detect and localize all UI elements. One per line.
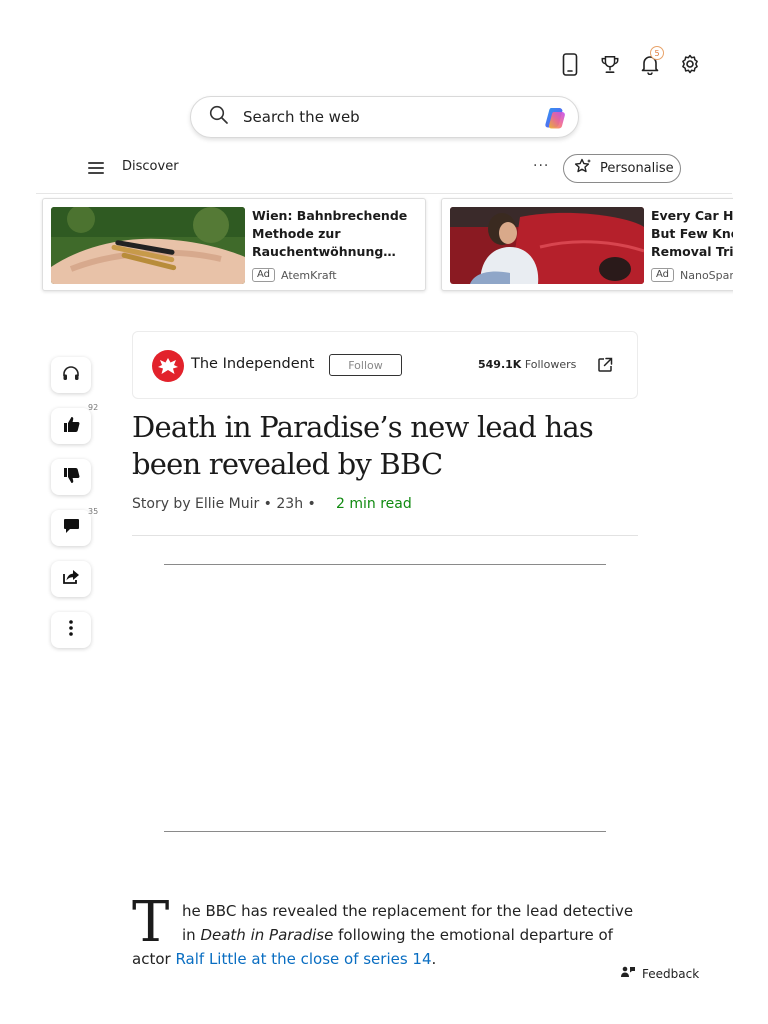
- byline-divider: [132, 535, 638, 536]
- ad-title[interactable]: Every Car Has But Few Know Removal Trick: [651, 207, 733, 261]
- ad-meta: Ad AtemKraft: [252, 268, 337, 282]
- ads-row: Wien: Bahnbrechende Methode zur Rauchent…: [0, 0, 733, 300]
- share-button[interactable]: [51, 561, 91, 597]
- followers-number: 549.1K: [478, 358, 522, 371]
- vertical-dots-icon: [69, 620, 73, 640]
- article-text-line: he BBC has revealed the replacement for …: [182, 902, 634, 920]
- text-fragment: in: [182, 926, 201, 944]
- ad-tag: Ad: [252, 268, 276, 282]
- comments-button[interactable]: [51, 510, 91, 546]
- ad-meta: Ad NanoSpark: [651, 268, 733, 282]
- read-time: 2 min read: [336, 496, 412, 512]
- ad-image-vape-pens: [51, 207, 245, 284]
- text-fragment: following the emotional departure of: [333, 926, 613, 944]
- article-text-line: actor Ralf Little at the close of series…: [132, 947, 436, 971]
- ad-card[interactable]: Every Car Has But Few Know Removal Trick…: [441, 198, 733, 291]
- feedback-button[interactable]: Feedback: [621, 966, 699, 981]
- show-title-italic: Death in Paradise: [200, 926, 334, 944]
- article-headline: Death in Paradise’s new lead has been re…: [132, 410, 594, 481]
- dislike-button[interactable]: [51, 459, 91, 495]
- publisher-name[interactable]: The Independent: [191, 356, 314, 372]
- thumbs-down-icon: [63, 467, 80, 488]
- ad-tag: Ad: [651, 268, 675, 282]
- article-link-ralf-little[interactable]: Ralf Little at the close of series 14: [175, 950, 431, 968]
- follow-button[interactable]: Follow: [329, 354, 402, 376]
- article-byline: Story by Ellie Muir • 23h •: [132, 496, 316, 512]
- like-count: 92: [88, 403, 99, 412]
- comment-count: 35: [88, 507, 99, 516]
- thumbs-up-icon: [63, 416, 80, 437]
- media-bottom-rule: [164, 831, 606, 832]
- followers-label: Followers: [524, 358, 577, 371]
- headphones-icon: [62, 365, 80, 385]
- drop-cap: T: [132, 890, 170, 955]
- followers-count: 549.1K Followers: [478, 358, 576, 371]
- comment-bubble-icon: [63, 518, 80, 538]
- ad-image-woman-by-car: [450, 207, 644, 284]
- the-independent-logo[interactable]: [152, 350, 184, 382]
- feedback-person-icon: [621, 966, 635, 981]
- article-text-line: in Death in Paradise following the emoti…: [182, 923, 613, 947]
- media-top-rule: [164, 564, 606, 565]
- listen-button[interactable]: [51, 357, 91, 393]
- ad-card[interactable]: Wien: Bahnbrechende Methode zur Rauchent…: [42, 198, 426, 291]
- feedback-label: Feedback: [642, 966, 700, 981]
- like-button[interactable]: [51, 408, 91, 444]
- ad-source: AtemKraft: [281, 268, 337, 282]
- ad-title[interactable]: Wien: Bahnbrechende Methode zur Rauchent…: [252, 207, 417, 261]
- open-external-icon[interactable]: [597, 357, 613, 373]
- more-actions-button[interactable]: [51, 612, 91, 648]
- publisher-card: The Independent Follow 549.1K Followers: [132, 331, 638, 399]
- text-fragment: actor: [132, 950, 176, 968]
- text-fragment: .: [431, 950, 437, 968]
- share-icon: [62, 569, 80, 589]
- ad-source: NanoSpark: [680, 268, 733, 282]
